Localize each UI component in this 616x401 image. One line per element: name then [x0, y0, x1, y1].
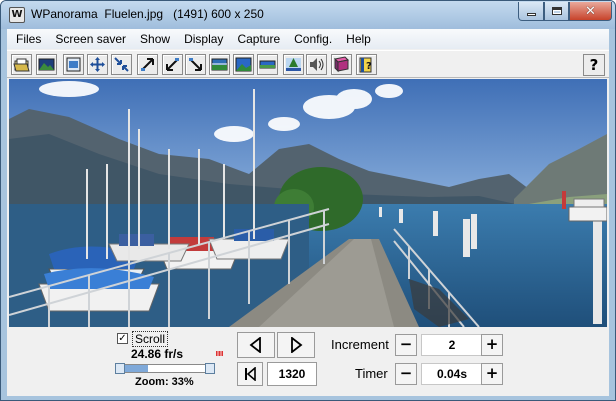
speed-indicator-icon [216, 351, 223, 356]
maximize-button[interactable] [544, 2, 569, 21]
app-window: W WPanorama Fluelen.jpg (1491) 600 x 250… [0, 0, 616, 401]
close-button[interactable]: ✕ [569, 2, 612, 21]
shrink-arrows-icon [114, 57, 129, 72]
help-book-button[interactable]: ? [356, 54, 377, 75]
menu-help[interactable]: Help [339, 30, 378, 48]
timer-minus-button[interactable]: − [395, 363, 417, 385]
arrow-up-right-button[interactable] [137, 54, 158, 75]
skip-to-start-icon [245, 367, 256, 381]
arrow-up-right-icon [141, 58, 154, 71]
app-icon[interactable]: W [9, 7, 25, 23]
menu-show[interactable]: Show [133, 30, 177, 48]
svg-text:?: ? [366, 61, 372, 72]
zoom-label: Zoom: 33% [135, 376, 194, 388]
fit-window-button[interactable] [63, 54, 84, 75]
menu-files[interactable]: Files [9, 30, 48, 48]
fit-window-icon [66, 57, 81, 72]
move-arrows-button[interactable] [87, 54, 108, 75]
increment-plus-button[interactable]: + [481, 334, 503, 356]
panorama-image [9, 79, 607, 327]
menu-config[interactable]: Config. [287, 30, 339, 48]
arrow-down-left-button[interactable] [162, 54, 183, 75]
panorama-viewport[interactable] [9, 79, 607, 327]
book-icon [333, 56, 350, 73]
zoom-slider[interactable] [115, 363, 215, 374]
panorama-strip-button[interactable] [209, 54, 230, 75]
shrink-arrows-button[interactable] [111, 54, 132, 75]
move-arrows-icon [90, 57, 105, 72]
title-bar[interactable]: W WPanorama Fluelen.jpg (1491) 600 x 250… [1, 1, 615, 29]
menu-capture[interactable]: Capture [230, 30, 287, 48]
speaker-icon [310, 58, 324, 71]
help-book-icon: ? [359, 57, 372, 73]
landscape-image-button[interactable] [36, 54, 57, 75]
control-panel: ✓ Scroll 24.86 fr/s Zoom: 33% 1320 Incre… [7, 327, 609, 396]
timer-label: Timer [355, 366, 388, 381]
minimize-icon [526, 12, 536, 16]
menu-display[interactable]: Display [177, 30, 230, 48]
increment-label: Increment [331, 337, 389, 352]
close-icon: ✕ [585, 3, 596, 19]
triangle-left-icon [249, 337, 261, 353]
arrow-down-right-icon [189, 58, 202, 71]
panorama-flat-button[interactable] [257, 54, 278, 75]
panorama-blue-button[interactable] [233, 54, 254, 75]
zoom-slider-thumb[interactable] [205, 363, 215, 374]
sound-button[interactable] [306, 54, 327, 75]
arrow-down-left-icon [166, 58, 179, 71]
book-button[interactable] [331, 54, 352, 75]
scroll-left-button[interactable] [237, 332, 275, 358]
zoom-slider-left-thumb[interactable] [115, 363, 125, 374]
increment-minus-button[interactable]: − [395, 334, 417, 356]
menu-bar: Files Screen saver Show Display Capture … [7, 29, 609, 49]
increment-value[interactable]: 2 [421, 334, 483, 356]
open-folder-icon [13, 58, 30, 72]
go-to-start-button[interactable] [237, 362, 263, 386]
timer-plus-button[interactable]: + [481, 363, 503, 385]
minimize-button[interactable] [518, 2, 544, 21]
arrow-down-right-button[interactable] [185, 54, 206, 75]
triangle-right-icon [291, 337, 303, 353]
landscape-tree-icon [286, 58, 301, 71]
panorama-strip-icon [211, 58, 228, 71]
menu-screen-saver[interactable]: Screen saver [48, 30, 133, 48]
panorama-blue-icon [235, 57, 252, 72]
scroll-label[interactable]: Scroll [132, 331, 169, 347]
timer-value[interactable]: 0.04s [421, 363, 483, 385]
open-folder-button[interactable] [11, 54, 32, 75]
help-button[interactable]: ? [583, 54, 605, 76]
panorama-flat-icon [259, 60, 276, 69]
window-title: WPanorama Fluelen.jpg (1491) 600 x 250 [31, 7, 264, 21]
toolbar: ? ? [7, 50, 609, 78]
client-area: Files Screen saver Show Display Capture … [7, 29, 609, 396]
frame-rate: 24.86 fr/s [131, 347, 184, 361]
scroll-right-button[interactable] [277, 332, 315, 358]
position-field[interactable]: 1320 [267, 362, 317, 386]
landscape-image-icon [38, 58, 55, 71]
landscape-tree-button[interactable] [283, 54, 304, 75]
maximize-icon [551, 7, 562, 15]
scroll-checkbox[interactable]: ✓ [117, 333, 128, 344]
